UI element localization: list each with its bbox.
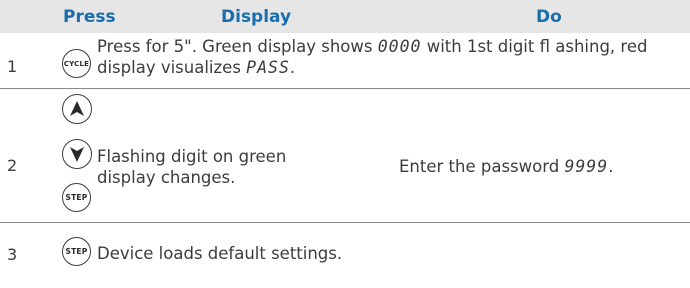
row-separator xyxy=(0,88,690,89)
row2-do-text: Enter the password 9999. xyxy=(399,156,613,177)
row-separator xyxy=(0,222,690,223)
row1-seg-pass: PASS xyxy=(246,58,290,77)
step-button-icon: STEP xyxy=(62,183,91,212)
cycle-button-label: CYCLE xyxy=(63,59,90,68)
row2-display-line1: Flashing digit on green xyxy=(97,147,287,166)
instruction-table: Press Display Do 1 CYCLE Press for 5". G… xyxy=(0,0,690,288)
row1-seg-0000: 0000 xyxy=(377,37,422,56)
row1-text-post: with 1st digit fl ashing, red xyxy=(421,37,648,56)
row-number: 1 xyxy=(7,57,18,76)
row1-text2-post: . xyxy=(289,58,296,77)
row-number: 2 xyxy=(7,156,18,175)
row2-display-line2: display changes. xyxy=(97,168,236,187)
header-press: Press xyxy=(63,7,116,27)
row2-do-post: . xyxy=(608,157,614,176)
table-header: Press Display Do xyxy=(0,0,690,33)
row3-display-text: Device loads default settings. xyxy=(97,244,343,263)
row1-text2-pre: display visualizes xyxy=(97,58,247,77)
header-do: Do xyxy=(536,7,562,27)
up-arrow-icon xyxy=(62,94,92,124)
cycle-button-icon: CYCLE xyxy=(62,49,91,78)
row1-text-pre: Press for 5". Green display shows xyxy=(97,37,378,56)
header-display: Display xyxy=(221,7,292,27)
row1-display-text: Press for 5". Green display shows 0000 w… xyxy=(97,36,647,78)
step-button-label: STEP xyxy=(65,193,88,202)
step-button-label: STEP xyxy=(65,247,88,256)
row2-display-text: Flashing digit on green display changes. xyxy=(97,146,286,188)
row2-do-pre: Enter the password xyxy=(399,157,565,176)
row-number: 3 xyxy=(7,245,18,264)
row2-seg-9999: 9999 xyxy=(564,157,609,176)
step-button-icon: STEP xyxy=(62,237,91,266)
down-arrow-icon xyxy=(62,139,92,169)
